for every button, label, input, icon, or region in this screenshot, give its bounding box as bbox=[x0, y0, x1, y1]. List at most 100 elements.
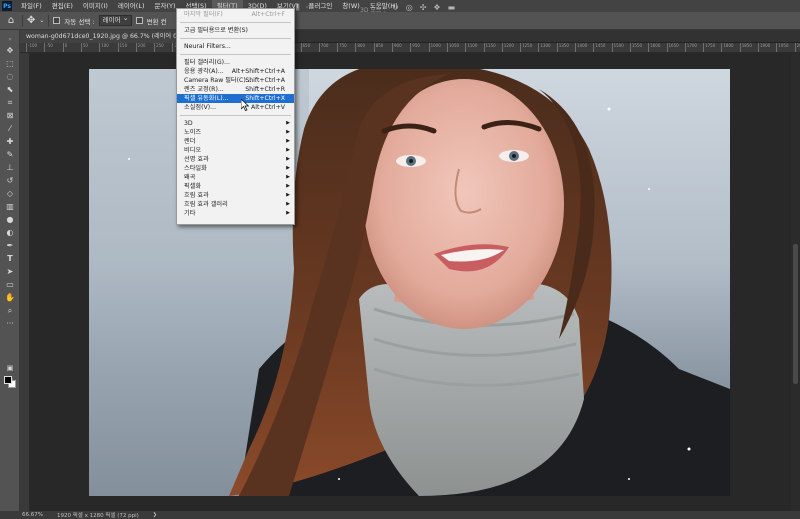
pan-3d-icon[interactable]: ✣ bbox=[420, 3, 427, 12]
vertical-scrollbar[interactable] bbox=[791, 54, 800, 511]
ruler-tick: 1100 bbox=[465, 43, 477, 52]
menu-item-3d[interactable]: 3D ▶ bbox=[177, 119, 294, 128]
ruler-tick: 1300 bbox=[538, 43, 551, 52]
document-dimensions: 1920 픽셀 x 1280 픽셀 (72 ppi) bbox=[56, 513, 139, 519]
menu-item-adaptive-wide-angle[interactable]: 응용 광각(A)... Alt+Shift+Ctrl+A bbox=[177, 67, 294, 76]
healing-brush-tool-icon[interactable]: ✚ bbox=[2, 136, 18, 147]
dropdown-caret-icon[interactable]: ⌄ bbox=[39, 17, 44, 24]
quick-mask-icon[interactable]: ▣ bbox=[2, 362, 18, 373]
foreground-color-swatch[interactable] bbox=[4, 376, 12, 384]
menu-item-pixelate[interactable]: 픽셀화 ▶ bbox=[177, 182, 294, 191]
menu-item-lens-correction[interactable]: 렌즈 교정(R)... Shift+Ctrl+R bbox=[177, 85, 294, 94]
menu-edit[interactable]: 편집(E) bbox=[47, 0, 78, 12]
crop-tool-icon[interactable]: ⌗ bbox=[2, 97, 18, 108]
blur-tool-icon[interactable]: ● bbox=[2, 214, 18, 225]
menu-item-sharpen[interactable]: 선명 효과 ▶ bbox=[177, 155, 294, 164]
status-arrow-icon[interactable]: ❯ bbox=[153, 512, 157, 518]
slide-3d-icon[interactable]: ❖ bbox=[433, 3, 440, 12]
ruler-tick: 750 bbox=[337, 43, 347, 52]
type-tool-icon[interactable]: T bbox=[2, 253, 18, 264]
brush-tool-icon[interactable]: ✎ bbox=[2, 149, 18, 160]
ruler-tick: 1200 bbox=[501, 43, 514, 52]
menu-item-blur-gallery[interactable]: 흐림 효과 갤러리 ▶ bbox=[177, 200, 294, 209]
menu-item-label: 흐림 효과 갤러리 bbox=[184, 201, 228, 208]
ruler-tick: 900 bbox=[392, 43, 402, 52]
clone-stamp-tool-icon[interactable]: ⊥ bbox=[2, 162, 18, 173]
auto-select-checkbox[interactable] bbox=[53, 17, 61, 24]
menu-image[interactable]: 이미지(I) bbox=[78, 0, 113, 12]
menu-item-render[interactable]: 렌더 ▶ bbox=[177, 137, 294, 146]
mouse-cursor-icon bbox=[241, 99, 249, 111]
menu-layer[interactable]: 레이어(L) bbox=[113, 0, 150, 12]
menu-item-convert-smart-filters[interactable]: 고급 필터용으로 변환(S) bbox=[177, 26, 294, 35]
menu-item-other[interactable]: 기타 ▶ bbox=[177, 209, 294, 218]
ruler-tick: 2000 bbox=[794, 43, 800, 52]
menu-item-noise[interactable]: 노이즈 ▶ bbox=[177, 128, 294, 137]
pen-tool-icon[interactable]: ✒ bbox=[2, 240, 18, 251]
more-tools-icon[interactable]: ··· bbox=[2, 318, 18, 329]
eraser-tool-icon[interactable]: ◇ bbox=[2, 188, 18, 199]
submenu-arrow-icon: ▶ bbox=[286, 174, 290, 180]
menu-item-label: 선명 효과 bbox=[184, 156, 209, 163]
history-brush-tool-icon[interactable]: ↺ bbox=[2, 175, 18, 186]
ruler-tick: 200 bbox=[135, 43, 145, 52]
frame-tool-icon[interactable]: ⊠ bbox=[2, 110, 18, 121]
menu-item-last-filter[interactable]: 마지막 필터(F) Alt+Ctrl+F bbox=[177, 10, 294, 19]
object-select-tool-icon[interactable]: ⬉ bbox=[2, 84, 18, 95]
move-tool-icon[interactable]: ✥ bbox=[2, 45, 18, 56]
menu-item-blur[interactable]: 흐림 효과 ▶ bbox=[177, 191, 294, 200]
menu-item-label: 노이즈 bbox=[184, 129, 202, 136]
zoom-level[interactable]: 66.67% bbox=[22, 512, 43, 518]
menu-item-label: 스타일화 bbox=[184, 165, 207, 172]
camera-3d-icon[interactable]: ▬ bbox=[448, 3, 456, 12]
transform-controls-checkbox[interactable] bbox=[135, 17, 143, 24]
menu-item-liquify[interactable]: 픽셀 유동화(L)... Shift+Ctrl+X bbox=[177, 94, 294, 103]
menu-item-camera-raw[interactable]: Camera Raw 필터(C)... Shift+Ctrl+A bbox=[177, 76, 294, 85]
ruler-tick: -100 bbox=[26, 43, 37, 52]
submenu-arrow-icon: ▶ bbox=[286, 201, 290, 207]
more-options-icon[interactable]: ··· bbox=[306, 3, 314, 13]
submenu-arrow-icon: ▶ bbox=[286, 156, 290, 162]
ruler-tick: 250 bbox=[154, 43, 164, 52]
menu-item-vanishing-point[interactable]: 소실점(V)... Alt+Ctrl+V bbox=[177, 103, 294, 112]
move-tool-icon[interactable]: ✥ bbox=[27, 15, 35, 26]
eyedropper-tool-icon[interactable]: ⁄ bbox=[2, 123, 18, 134]
zoom-tool-icon[interactable]: ⌕ bbox=[2, 305, 18, 316]
home-icon[interactable]: ⌂ bbox=[4, 14, 18, 28]
panel-collapse-icon[interactable]: » bbox=[2, 34, 18, 45]
menu-item-label: 픽셀화 bbox=[184, 183, 202, 190]
menu-item-label: 픽셀 유동화(L)... bbox=[184, 95, 229, 102]
auto-select-dropdown[interactable]: 레이어 bbox=[98, 14, 132, 26]
document-tab-bar: woman-g0d671dce0_1920.jpg @ 66.7% (레이어 0… bbox=[20, 30, 800, 43]
hand-tool-icon[interactable]: ✋ bbox=[2, 292, 18, 303]
scrollbar-thumb[interactable] bbox=[793, 244, 798, 384]
horizontal-ruler[interactable]: -100-50050100150200250300350400450500550… bbox=[20, 43, 800, 53]
gradient-tool-icon[interactable]: ▥ bbox=[2, 201, 18, 212]
marquee-tool-icon[interactable]: ⬚ bbox=[2, 58, 18, 69]
align-vertical-icon[interactable]: ⫼ bbox=[296, 3, 300, 13]
ruler-tick: 1800 bbox=[721, 43, 734, 52]
menu-item-label: 3D bbox=[184, 120, 193, 127]
menu-item-neural-filters[interactable]: Neural Filters... bbox=[177, 42, 294, 51]
ruler-tick: 700 bbox=[318, 43, 328, 52]
menu-item-label: 고급 필터용으로 변환(S) bbox=[184, 27, 248, 34]
mode-3d-label: 3D 모드 : bbox=[360, 7, 386, 14]
lasso-tool-icon[interactable]: ◌ bbox=[2, 71, 18, 82]
path-selection-tool-icon[interactable]: ➤ bbox=[2, 266, 18, 277]
status-bar: 66.67% 1920 픽셀 x 1280 픽셀 (72 ppi) ❯ bbox=[0, 511, 800, 519]
menu-item-video[interactable]: 비디오 ▶ bbox=[177, 146, 294, 155]
submenu-arrow-icon: ▶ bbox=[286, 129, 290, 135]
rectangle-tool-icon[interactable]: ▭ bbox=[2, 279, 18, 290]
ruler-tick: 800 bbox=[355, 43, 365, 52]
menu-item-filter-gallery[interactable]: 필터 갤러리(G)... bbox=[177, 58, 294, 67]
menu-item-stylize[interactable]: 스타일화 ▶ bbox=[177, 164, 294, 173]
menu-file[interactable]: 파일(F) bbox=[16, 0, 47, 12]
vertical-ruler[interactable] bbox=[20, 53, 30, 511]
menu-item-distort[interactable]: 왜곡 ▶ bbox=[177, 173, 294, 182]
3d-icons: ↻ ◎ ✣ ❖ ▬ bbox=[392, 3, 455, 12]
roll-3d-icon[interactable]: ◎ bbox=[406, 3, 413, 12]
dodge-tool-icon[interactable]: ◐ bbox=[2, 227, 18, 238]
submenu-arrow-icon: ▶ bbox=[286, 210, 290, 216]
shortcut-label: Shift+Ctrl+R bbox=[245, 86, 285, 93]
orbit-3d-icon[interactable]: ↻ bbox=[392, 3, 399, 12]
